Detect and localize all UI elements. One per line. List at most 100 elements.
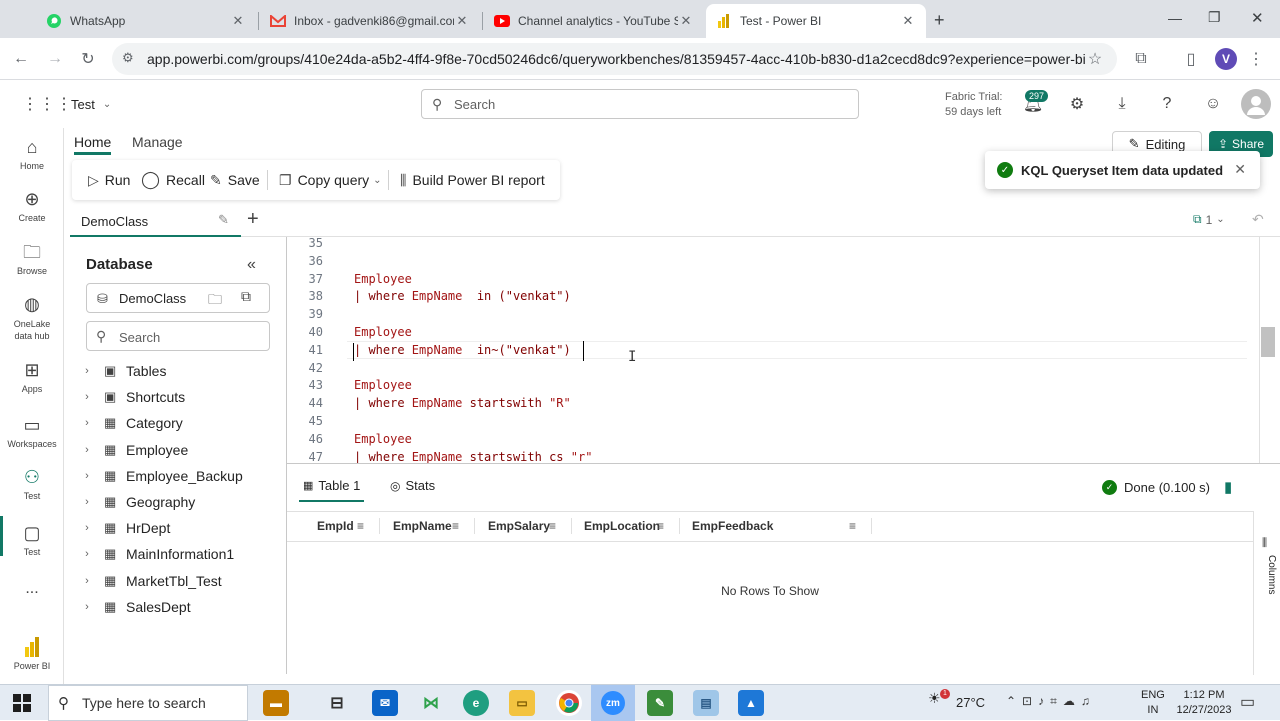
nav-test-workspace[interactable]: ⚇ Test <box>0 466 64 501</box>
version-selector[interactable]: ⧉ 1 ⌄ <box>1193 212 1225 227</box>
tree-item[interactable]: › ▦ Category <box>70 412 280 434</box>
app-launcher-icon[interactable]: ⋮⋮⋮ <box>22 94 73 114</box>
settings-gear-icon[interactable]: ⚙ <box>1066 93 1088 115</box>
tree-item[interactable]: › ▦ MarketTbl_Test <box>70 570 280 592</box>
reload-icon[interactable]: ↻ <box>77 48 99 70</box>
tab-table-1[interactable]: ▦ Table 1 <box>303 478 360 493</box>
copy-results-icon[interactable]: ▮ <box>1224 478 1232 496</box>
briefcase-icon[interactable]: ▬ <box>263 690 289 716</box>
mail-icon[interactable]: ✉ <box>372 690 398 716</box>
nav-powerbi[interactable]: Power BI <box>0 636 64 671</box>
browser-tab-whatsapp[interactable]: WhatsApp ✕ <box>36 4 256 38</box>
nav-create[interactable]: ⊕ Create <box>0 188 64 223</box>
column-header[interactable]: EmpId <box>317 519 354 533</box>
undo-icon[interactable]: ↶ <box>1252 211 1264 228</box>
column-header[interactable]: EmpLocation <box>584 519 660 533</box>
run-button[interactable]: ▷ Run <box>88 170 130 190</box>
nav-workspaces[interactable]: ▭ Workspaces <box>0 414 64 449</box>
browser-tab-gmail[interactable]: Inbox - gadvenki86@gmail.com ✕ <box>260 4 480 38</box>
window-close-icon[interactable]: ✕ <box>1251 9 1264 27</box>
chevron-right-icon[interactable]: › <box>70 548 104 560</box>
clock[interactable]: 1:12 PM 12/27/2023 <box>1175 688 1233 718</box>
nav-more[interactable]: ... <box>0 580 64 598</box>
back-arrow-icon[interactable]: ← <box>10 48 32 70</box>
close-icon[interactable]: ✕ <box>900 13 916 29</box>
code-line[interactable]: | where EmpName in ("venkat") <box>354 289 571 303</box>
system-tray-icons[interactable]: ⌃⊡♪⌗☁♫ <box>1006 694 1096 709</box>
notes-icon[interactable]: ▤ <box>693 690 719 716</box>
chevron-right-icon[interactable]: › <box>70 365 104 377</box>
code-line[interactable]: Employee <box>354 378 412 392</box>
column-menu-icon[interactable]: ≡ <box>657 519 664 533</box>
close-icon[interactable]: ✕ <box>678 13 694 29</box>
code-line[interactable]: Employee <box>354 272 412 286</box>
doc-tab-democlass[interactable]: DemoClass ✎ <box>70 205 241 237</box>
photos-icon[interactable]: ▲ <box>738 690 764 716</box>
side-panel-icon[interactable]: ▯ <box>1180 48 1202 70</box>
browser-tab-powerbi[interactable]: Test - Power BI ✕ <box>706 4 926 38</box>
code-line[interactable]: | where EmpName startswith_cs "r" <box>354 450 592 463</box>
column-header[interactable]: EmpSalary <box>488 519 550 533</box>
close-icon[interactable]: ✕ <box>454 13 470 29</box>
address-bar[interactable]: ⚙ app.powerbi.com/groups/410e24da-a5b2-4… <box>112 43 1117 75</box>
weather-icon[interactable]: ☀ <box>928 690 941 707</box>
task-view-icon[interactable]: ⊟ <box>324 690 350 716</box>
account-avatar[interactable] <box>1241 89 1271 119</box>
tree-item[interactable]: › ▦ Geography <box>70 491 280 513</box>
chevron-right-icon[interactable]: › <box>70 522 104 534</box>
tree-item[interactable]: › ▣ Shortcuts <box>70 386 280 408</box>
query-editor[interactable]: 35 36 37 Employee 38 | where EmpName in ("ven… <box>286 237 1280 463</box>
chevron-right-icon[interactable]: › <box>70 601 104 613</box>
close-icon[interactable]: ✕ <box>1234 161 1246 178</box>
forward-arrow-icon[interactable]: → <box>44 48 66 70</box>
taskbar-search[interactable]: ⚲ Type here to search <box>48 685 248 721</box>
browser-menu-icon[interactable]: ⋮ <box>1245 48 1267 70</box>
columns-side-panel[interactable]: ⫼ Columns <box>1253 511 1280 675</box>
chevron-right-icon[interactable]: › <box>70 444 104 456</box>
tab-stats[interactable]: ◎ Stats <box>390 478 435 493</box>
zoom-app-tile[interactable]: zm <box>591 685 635 721</box>
database-selector[interactable]: ⛁ DemoClass 🗀︎ ⧉ <box>86 283 270 313</box>
tree-item[interactable]: › ▦ HrDept <box>70 517 280 539</box>
column-menu-icon[interactable]: ≡ <box>549 519 556 533</box>
extensions-icon[interactable]: ⧉ <box>1130 48 1152 70</box>
column-menu-icon[interactable]: ≡ <box>849 519 856 533</box>
profile-avatar[interactable]: V <box>1215 48 1237 70</box>
vscode-icon[interactable]: ⋈ <box>418 690 444 716</box>
rename-pencil-icon[interactable]: ✎ <box>218 212 229 228</box>
feedback-icon[interactable]: ☺ <box>1202 93 1224 115</box>
database-search-input[interactable]: ⚲ Search <box>86 321 270 351</box>
column-header[interactable]: EmpName <box>393 519 452 533</box>
chevron-right-icon[interactable]: › <box>70 391 104 403</box>
browser-tab-youtube[interactable]: Channel analytics - YouTube Studio ✕ <box>484 4 704 38</box>
file-explorer-icon[interactable]: ▭ <box>509 690 535 716</box>
language-indicator[interactable]: ENG IN <box>1141 688 1165 718</box>
tree-item[interactable]: › ▦ MainInformation1 <box>70 543 280 565</box>
add-tab-icon[interactable]: + <box>247 208 259 231</box>
site-info-icon[interactable]: ⚙ <box>122 50 134 66</box>
tab-manage[interactable]: Manage <box>132 134 183 150</box>
chevron-right-icon[interactable]: › <box>70 417 104 429</box>
open-folder-icon[interactable]: 🗀︎ <box>208 289 222 313</box>
notepad-icon[interactable]: ✎ <box>647 690 673 716</box>
build-report-button[interactable]: ⫼ Build Power BI report <box>400 170 545 190</box>
new-tab-button[interactable]: + <box>934 10 945 31</box>
nav-home[interactable]: ⌂ Home <box>0 136 64 171</box>
chrome-icon[interactable] <box>556 690 582 716</box>
tree-item[interactable]: › ▦ Employee <box>70 439 280 461</box>
notification-center-icon[interactable]: ▭ <box>1240 692 1255 712</box>
download-icon[interactable]: ⤓ <box>1111 93 1133 115</box>
restore-icon[interactable]: ❐ <box>1208 9 1221 26</box>
column-header[interactable]: EmpFeedback <box>692 519 773 533</box>
chevron-right-icon[interactable]: › <box>70 575 104 587</box>
nav-onelake[interactable]: ◍ OneLake data hub <box>0 293 64 342</box>
chevron-right-icon[interactable]: › <box>70 470 104 482</box>
nav-browse[interactable]: 🗀︎ Browse <box>0 241 64 276</box>
copy-query-button[interactable]: ❐ Copy query ⌄ <box>279 170 382 190</box>
minimize-icon[interactable]: — <box>1168 10 1182 26</box>
editor-scrollbar-thumb[interactable] <box>1261 327 1275 357</box>
chevron-right-icon[interactable]: › <box>70 496 104 508</box>
recall-button[interactable]: ◯ Recall <box>141 170 205 190</box>
code-line[interactable]: Employee <box>354 325 412 339</box>
search-input[interactable]: ⚲ Search <box>421 89 859 119</box>
